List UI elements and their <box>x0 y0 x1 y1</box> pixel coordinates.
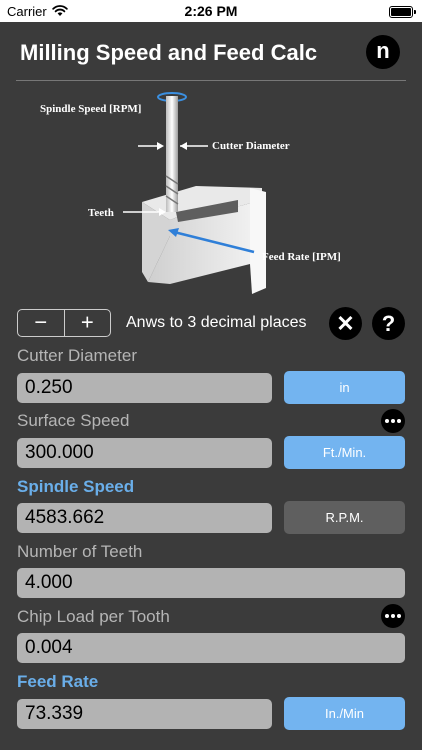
number-of-teeth-input[interactable]: 4.000 <box>17 568 405 598</box>
workpiece-right-face <box>250 188 266 294</box>
milling-diagram: Spindle Speed [RPM] Cutter Diameter Teet… <box>40 92 341 294</box>
page-title: Milling Speed and Feed Calc <box>20 40 318 65</box>
surface-speed-input[interactable]: 300.000 <box>17 438 272 468</box>
spindle-speed-input[interactable]: 4583.662 <box>17 503 272 533</box>
feed-rate-diagram-label: Feed Rate [IPM] <box>262 251 341 263</box>
close-icon: ✕ <box>336 311 355 336</box>
app-logo-icon[interactable]: n <box>366 35 400 69</box>
spindle-speed-diagram-label: Spindle Speed [RPM] <box>40 103 141 115</box>
spindle-speed-label: Spindle Speed <box>17 477 135 496</box>
cutter-diameter-label: Cutter Diameter <box>17 346 137 365</box>
chip-load-more-icon[interactable] <box>381 604 405 628</box>
surface-speed-more-icon[interactable] <box>381 409 405 433</box>
battery-icon <box>389 6 416 18</box>
chip-load-label: Chip Load per Tooth <box>17 607 170 626</box>
decimal-stepper[interactable]: − + <box>17 309 111 337</box>
header-divider <box>16 80 406 81</box>
cutter-diameter-unit-button[interactable]: in <box>284 371 405 404</box>
increment-decimals-button[interactable]: + <box>63 309 111 336</box>
help-button[interactable]: ? <box>372 307 405 340</box>
spindle-speed-unit-button[interactable]: R.P.M. <box>284 501 405 534</box>
cutter-shank <box>166 96 178 170</box>
clock-time: 2:26 PM <box>184 3 238 19</box>
feed-rate-input[interactable]: 73.339 <box>17 699 272 729</box>
feed-rate-label: Feed Rate <box>17 672 99 691</box>
decrement-decimals-button[interactable]: − <box>18 309 64 336</box>
surface-speed-unit-button[interactable]: Ft./Min. <box>284 436 405 469</box>
minus-icon: − <box>34 309 48 335</box>
cutter-diameter-diagram-label: Cutter Diameter <box>212 140 290 152</box>
clear-button[interactable]: ✕ <box>329 307 362 340</box>
chip-load-input[interactable]: 0.004 <box>17 633 405 663</box>
teeth-diagram-label: Teeth <box>88 207 114 219</box>
question-icon: ? <box>381 311 396 336</box>
number-of-teeth-label: Number of Teeth <box>17 542 143 561</box>
plus-icon: + <box>80 309 94 335</box>
decimal-places-text: Anws to 3 decimal places <box>126 314 307 331</box>
surface-speed-label: Surface Speed <box>17 411 130 430</box>
feed-rate-unit-button[interactable]: In./Min <box>284 697 405 730</box>
status-bar: Carrier 2:26 PM <box>0 0 422 22</box>
cutter-diameter-input[interactable]: 0.250 <box>17 373 272 403</box>
